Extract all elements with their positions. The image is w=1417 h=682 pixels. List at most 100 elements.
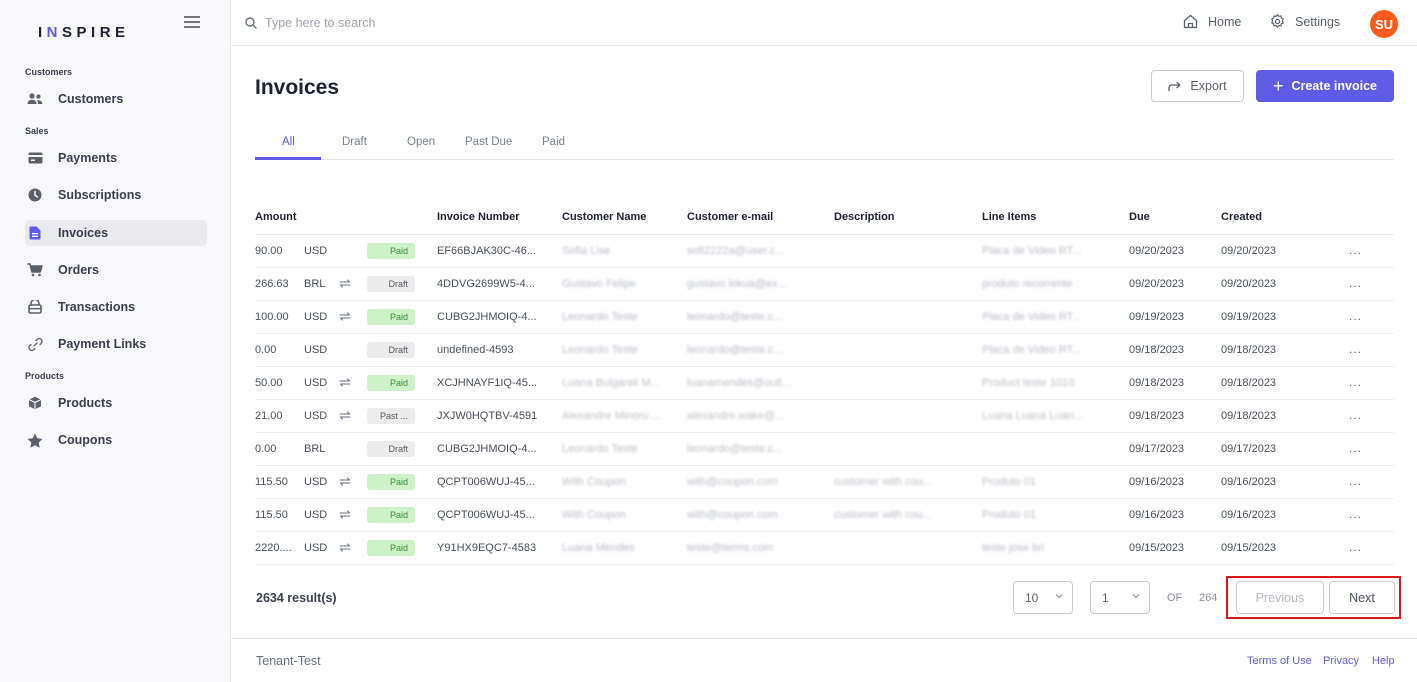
row-actions-menu[interactable]: ... <box>1349 375 1362 389</box>
page-title: Invoices <box>255 76 340 99</box>
sidebar-item-payments[interactable]: Payments <box>25 145 207 171</box>
status-badge: Paid <box>367 309 415 325</box>
due-date-cell: 09/16/2023 <box>1129 509 1185 521</box>
home-link[interactable]: Home <box>1183 14 1241 29</box>
clock-icon <box>27 187 43 203</box>
sidebar-item-orders[interactable]: Orders <box>25 257 207 283</box>
column-header-line-items[interactable]: Line Items <box>982 211 1036 223</box>
sidebar-item-coupons[interactable]: Coupons <box>25 427 207 453</box>
customer-email-cell: sofi2222a@user.c... <box>687 245 785 257</box>
table-row[interactable]: 90.00 USD EF66BJAK30C-46... Sofia Lise sofi2… <box>255 235 1394 268</box>
amount-cell: 0.00 <box>255 344 277 356</box>
status-badge: Draft <box>367 441 415 457</box>
tab-draft[interactable]: Draft <box>342 136 367 148</box>
amount-cell: 90.00 <box>255 245 283 257</box>
help-link[interactable]: Help <box>1372 655 1395 667</box>
table-row[interactable]: 266.63 BRL 4DDVG2699W5-4... Gustavo Felipe g… <box>255 268 1394 301</box>
column-header-description[interactable]: Description <box>834 211 895 223</box>
hamburger-menu-icon[interactable] <box>184 14 200 28</box>
chevron-down-icon <box>1132 594 1140 599</box>
tab-open[interactable]: Open <box>407 136 435 148</box>
amount-cell: 2220.... <box>255 542 292 554</box>
page-number-select[interactable]: 1 <box>1090 581 1150 614</box>
table-row[interactable]: 50.00 USD XCJHNAYF1IQ-45... Luana Bulgareli… <box>255 367 1394 400</box>
column-header-customer-email[interactable]: Customer e-mail <box>687 211 773 223</box>
sidebar-item-customers[interactable]: Customers <box>25 86 207 112</box>
page-size-select[interactable]: 10 <box>1013 581 1073 614</box>
avatar[interactable]: SU <box>1370 10 1398 38</box>
sidebar-item-transactions[interactable]: Transactions <box>25 294 207 320</box>
results-count: 2634 result(s) <box>256 591 337 605</box>
next-page-button[interactable]: Next <box>1329 581 1395 614</box>
search-input[interactable] <box>265 14 765 32</box>
row-actions-menu[interactable]: ... <box>1349 540 1362 554</box>
share-arrow-icon <box>1168 81 1181 91</box>
status-badge: Paid <box>367 507 415 523</box>
customer-name-cell: Luana Bulgareli M... <box>562 377 660 389</box>
row-actions-menu[interactable]: ... <box>1349 441 1362 455</box>
tab-paid[interactable]: Paid <box>542 136 565 148</box>
tenant-name: Tenant-Test <box>256 654 321 668</box>
amount-cell: 115.50 <box>255 476 288 488</box>
line-items-cell: Produto 01 <box>982 509 1036 521</box>
table-row[interactable]: 115.50 USD QCPT006WUJ-45... With Coupon with… <box>255 466 1394 499</box>
row-actions-menu[interactable]: ... <box>1349 342 1362 356</box>
export-button[interactable]: Export <box>1151 70 1244 102</box>
table-row[interactable]: 0.00 BRL CUBG2JHMOIQ-4... Leonardo Teste leo… <box>255 433 1394 466</box>
sidebar-item-products[interactable]: Products <box>25 390 207 416</box>
column-header-due[interactable]: Due <box>1129 211 1150 223</box>
description-cell: customer with cou... <box>834 509 932 521</box>
customer-email-cell: teste@terms.com <box>687 542 774 554</box>
search-icon <box>245 17 257 32</box>
row-actions-menu[interactable]: ... <box>1349 276 1362 290</box>
row-actions-menu[interactable]: ... <box>1349 507 1362 521</box>
tab-all[interactable]: All <box>282 136 295 148</box>
line-items-cell: Luana Luana Luan... <box>982 410 1083 422</box>
table-row[interactable]: 21.00 USD JXJW0HQTBV-4591 Alexandre Minoru … <box>255 400 1394 433</box>
section-label-customers: Customers <box>25 67 73 77</box>
currency-cell: USD <box>304 410 328 422</box>
row-actions-menu[interactable]: ... <box>1349 243 1362 257</box>
created-date-cell: 09/19/2023 <box>1221 311 1277 323</box>
sidebar-item-invoices[interactable]: Invoices <box>25 220 207 246</box>
amount-cell: 115.50 <box>255 509 288 521</box>
currency-cell: USD <box>304 377 328 389</box>
table-row[interactable]: 2220.... USD Y91HX9EQC7-4583 Luana Mendes te… <box>255 532 1394 565</box>
due-date-cell: 09/19/2023 <box>1129 311 1185 323</box>
due-date-cell: 09/16/2023 <box>1129 476 1185 488</box>
status-badge: Paid <box>367 540 415 556</box>
table-row[interactable]: 100.00 USD CUBG2JHMOIQ-4... Leonardo Teste l… <box>255 301 1394 334</box>
settings-link[interactable]: Settings <box>1270 14 1340 29</box>
created-date-cell: 09/15/2023 <box>1221 542 1277 554</box>
column-header-customer-name[interactable]: Customer Name <box>562 211 646 223</box>
brand-logo[interactable]: INSPIRE <box>38 24 130 41</box>
terms-link[interactable]: Terms of Use <box>1247 655 1312 667</box>
card-icon <box>27 150 43 166</box>
sidebar-item-subscriptions[interactable]: Subscriptions <box>25 182 207 208</box>
row-actions-menu[interactable]: ... <box>1349 474 1362 488</box>
table-row[interactable]: 115.50 USD QCPT006WUJ-45... With Coupon with… <box>255 499 1394 532</box>
invoice-number-cell: JXJW0HQTBV-4591 <box>437 410 538 422</box>
recurring-icon <box>339 311 351 325</box>
sidebar-item-payment-links[interactable]: Payment Links <box>25 331 207 357</box>
status-badge: Past ... <box>367 408 415 424</box>
currency-cell: BRL <box>304 278 326 290</box>
due-date-cell: 09/18/2023 <box>1129 344 1185 356</box>
table-header: Amount Invoice Number Customer Name Cust… <box>255 210 1394 235</box>
status-badge: Draft <box>367 276 415 292</box>
column-header-amount[interactable]: Amount <box>255 211 297 223</box>
created-date-cell: 09/18/2023 <box>1221 410 1277 422</box>
amount-cell: 266.63 <box>255 278 289 290</box>
recurring-icon <box>339 377 351 391</box>
privacy-link[interactable]: Privacy <box>1323 655 1359 667</box>
table-row[interactable]: 0.00 USD undefined-4593 Leonardo Teste leona… <box>255 334 1394 367</box>
row-actions-menu[interactable]: ... <box>1349 408 1362 422</box>
row-actions-menu[interactable]: ... <box>1349 309 1362 323</box>
column-header-created[interactable]: Created <box>1221 211 1262 223</box>
recurring-icon <box>339 410 351 424</box>
previous-page-button[interactable]: Previous <box>1236 581 1324 614</box>
create-invoice-button[interactable]: + Create invoice <box>1256 70 1394 102</box>
description-cell: customer with cou... <box>834 476 932 488</box>
tab-past-due[interactable]: Past Due <box>465 136 512 148</box>
column-header-invoice-number[interactable]: Invoice Number <box>437 211 520 223</box>
